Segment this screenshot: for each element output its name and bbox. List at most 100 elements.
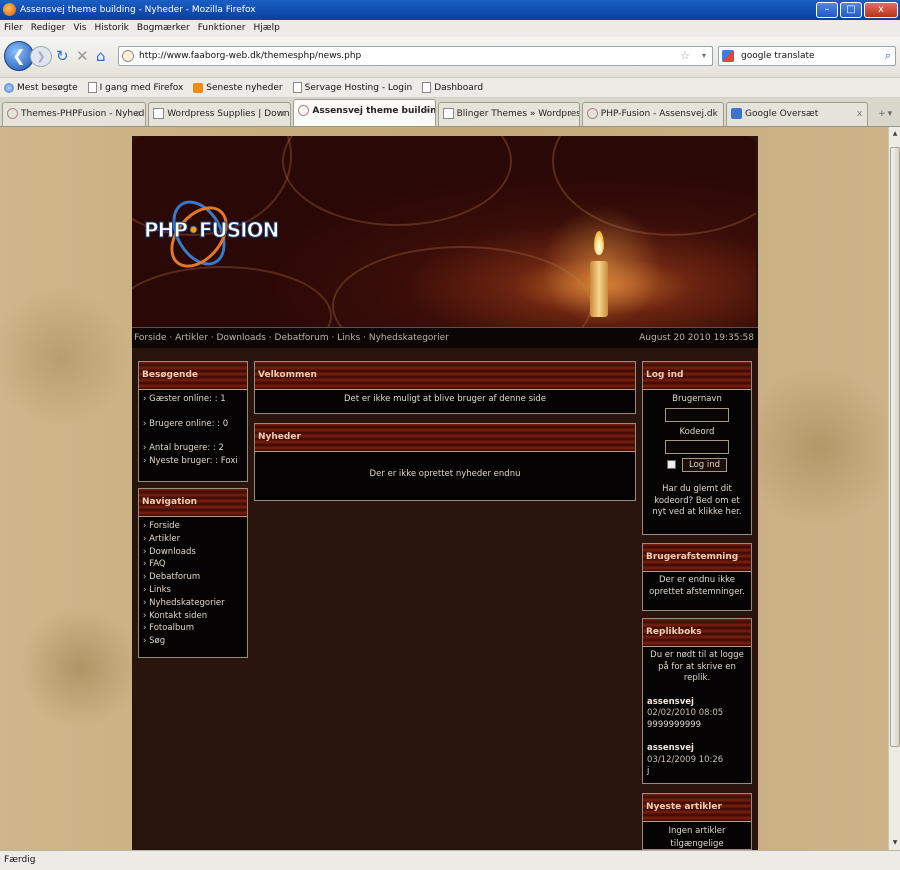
menu-view[interactable]: Vis	[73, 20, 86, 37]
minimize-button[interactable]: –	[816, 2, 838, 18]
reload-icon[interactable]: ↻	[56, 47, 69, 65]
stop-icon[interactable]: ✕	[76, 47, 89, 65]
bookmark-latest-news[interactable]: Seneste nyheder	[193, 82, 283, 93]
menu-tools[interactable]: Funktioner	[198, 20, 246, 37]
nav-item-artikler[interactable]: Artikler	[143, 533, 243, 546]
close-tab-icon[interactable]: x	[857, 103, 862, 125]
close-button[interactable]: x	[864, 2, 898, 18]
tab-wordpress-supplies[interactable]: Wordpress Supplies | Download ...x	[148, 102, 292, 126]
tab-label: Wordpress Supplies | Download ...	[167, 109, 290, 119]
welcome-text: Det er ikke muligt at blive bruger af de…	[344, 394, 546, 404]
menu-edit[interactable]: Rediger	[31, 20, 66, 37]
tab-favicon	[442, 108, 454, 119]
bookmark-label: Mest besøgte	[17, 82, 78, 93]
forward-button[interactable]: ❯	[30, 46, 52, 67]
remember-me-checkbox[interactable]	[666, 460, 676, 469]
forgot-password-link[interactable]: Har du glemt dit kodeord? Bed om et nyt …	[647, 484, 747, 519]
bookmark-label: Servage Hosting - Login	[304, 82, 413, 93]
bookmark-servage[interactable]: Servage Hosting - Login	[292, 82, 413, 93]
tab-php-fusion-assensvej[interactable]: PHP-Fusion - Assensvej.dk x	[581, 102, 724, 126]
home-icon[interactable]: ⌂	[96, 47, 106, 65]
username-field[interactable]	[665, 407, 729, 422]
close-tab-icon[interactable]: x	[713, 103, 718, 125]
url-dropdown-icon[interactable]: ▾	[702, 47, 706, 65]
latest-articles-panel: Nyeste artikler Ingen artikler tilgængel…	[642, 793, 752, 850]
welcome-panel: Velkommen Det er ikke muligt at blive br…	[254, 361, 636, 414]
bookmark-dashboard[interactable]: Dashboard	[422, 82, 483, 93]
news-panel: Nyheder Der er ikke oprettet nyheder end…	[254, 423, 636, 501]
menu-history[interactable]: Historik	[94, 20, 128, 37]
nav-item-debatforum[interactable]: Debatforum	[143, 571, 243, 584]
php-fusion-logo[interactable]: PHP•FUSION	[143, 191, 280, 279]
site-page: PHP•FUSION Forside · Artikler · Download…	[132, 136, 758, 850]
url-text: http://www.faaborg-web.dk/themesphp/news…	[139, 51, 362, 61]
status-bar: Færdig	[0, 850, 900, 870]
search-icon[interactable]: ⌕	[885, 47, 891, 65]
bookmark-most-visited[interactable]: Mest besøgte	[4, 82, 78, 93]
shout-time: 02/02/2010 08:05	[647, 708, 724, 718]
nav-item-faq[interactable]: FAQ	[143, 558, 243, 571]
tab-controls: + ▾	[870, 102, 900, 126]
candle-flame	[594, 231, 604, 255]
nav-item-downloads[interactable]: Downloads	[143, 546, 243, 559]
scroll-thumb[interactable]	[890, 147, 900, 747]
panel-title: Brugerafstemning	[643, 544, 751, 572]
tab-assensvej-active[interactable]: Assensvej theme building - Ny...x	[293, 99, 436, 126]
close-tab-icon[interactable]: x	[568, 103, 573, 125]
tab-label: Google Oversæt	[745, 109, 819, 119]
panel-title: Log ind	[643, 362, 751, 390]
logo-dot: •	[187, 218, 201, 243]
password-field[interactable]	[665, 440, 729, 454]
panel-title: Replikboks	[643, 619, 751, 647]
nav-item-nyhedskategorier[interactable]: Nyhedskategorier	[143, 597, 243, 610]
menu-bookmarks[interactable]: Bogmærker	[137, 20, 190, 37]
shout-message: 9999999999	[647, 719, 702, 730]
tab-themes-phpfusion[interactable]: Themes-PHPFusion - Nyheder x	[2, 102, 147, 126]
menu-help[interactable]: Hjælp	[254, 20, 280, 37]
close-tab-icon[interactable]: x	[135, 103, 140, 125]
maximize-button[interactable]: □	[840, 2, 862, 18]
shout-user[interactable]: assensvej	[647, 743, 747, 755]
most-visited-icon	[4, 82, 14, 93]
scroll-up-icon[interactable]: ▲	[889, 127, 900, 141]
nav-item-fotoalbum[interactable]: Fotoalbum	[143, 622, 243, 635]
tab-google-translate[interactable]: Google Oversæt x	[726, 102, 869, 126]
username-label: Brugernavn	[672, 394, 722, 404]
tab-blinger-themes[interactable]: Blinger Themes » Wordpress Th...x	[437, 102, 580, 126]
vertical-scrollbar[interactable]: ▲ ▼	[888, 127, 900, 850]
bookmark-getting-started[interactable]: I gang med Firefox	[87, 82, 183, 93]
poll-panel: Brugerafstemning Der er endnu ikke opret…	[642, 543, 752, 611]
panel-title: Velkommen	[255, 362, 635, 390]
nav-item-soeg[interactable]: Søg	[143, 635, 243, 648]
google-icon[interactable]	[722, 50, 734, 62]
scroll-down-icon[interactable]: ▼	[889, 836, 900, 850]
bookmark-star-icon[interactable]: ☆	[680, 47, 690, 65]
tab-favicon	[586, 108, 598, 119]
guests-online: Gæster online: : 1	[143, 393, 243, 406]
latest-articles-text: Ingen artikler tilgængelige	[668, 826, 726, 849]
search-bar[interactable]: google translate ⌕	[718, 46, 896, 66]
shout-user[interactable]: assensvej	[647, 697, 747, 709]
navigation-panel: Navigation Forside Artikler Downloads FA…	[138, 488, 248, 658]
panel-title: Besøgende	[139, 362, 247, 390]
members-online: Brugere online: : 0	[143, 418, 243, 431]
new-tab-icon[interactable]: +	[878, 109, 886, 119]
panel-title: Navigation	[139, 489, 247, 517]
rss-icon	[193, 82, 204, 93]
tab-favicon	[731, 108, 742, 119]
nav-item-links[interactable]: Links	[143, 584, 243, 597]
subheader-links[interactable]: Forside · Artikler · Downloads · Debatfo…	[134, 333, 449, 343]
nav-item-forside[interactable]: Forside	[143, 520, 243, 533]
menu-file[interactable]: Filer	[4, 20, 23, 37]
tab-strip: Themes-PHPFusion - Nyheder x Wordpress Su…	[0, 98, 900, 127]
logo-text-fusion: FUSION	[198, 218, 279, 243]
status-text: Færdig	[4, 855, 36, 865]
close-tab-icon[interactable]: x	[424, 100, 429, 122]
shout-message: j	[647, 766, 650, 776]
tab-list-icon[interactable]: ▾	[888, 109, 893, 119]
url-bar[interactable]: http://www.faaborg-web.dk/themesphp/news…	[118, 46, 713, 66]
tab-label: Assensvej theme building - Ny...	[312, 106, 434, 116]
nav-item-kontakt[interactable]: Kontakt siden	[143, 610, 243, 623]
close-tab-icon[interactable]: x	[280, 103, 285, 125]
login-button[interactable]: Log ind	[681, 458, 728, 472]
